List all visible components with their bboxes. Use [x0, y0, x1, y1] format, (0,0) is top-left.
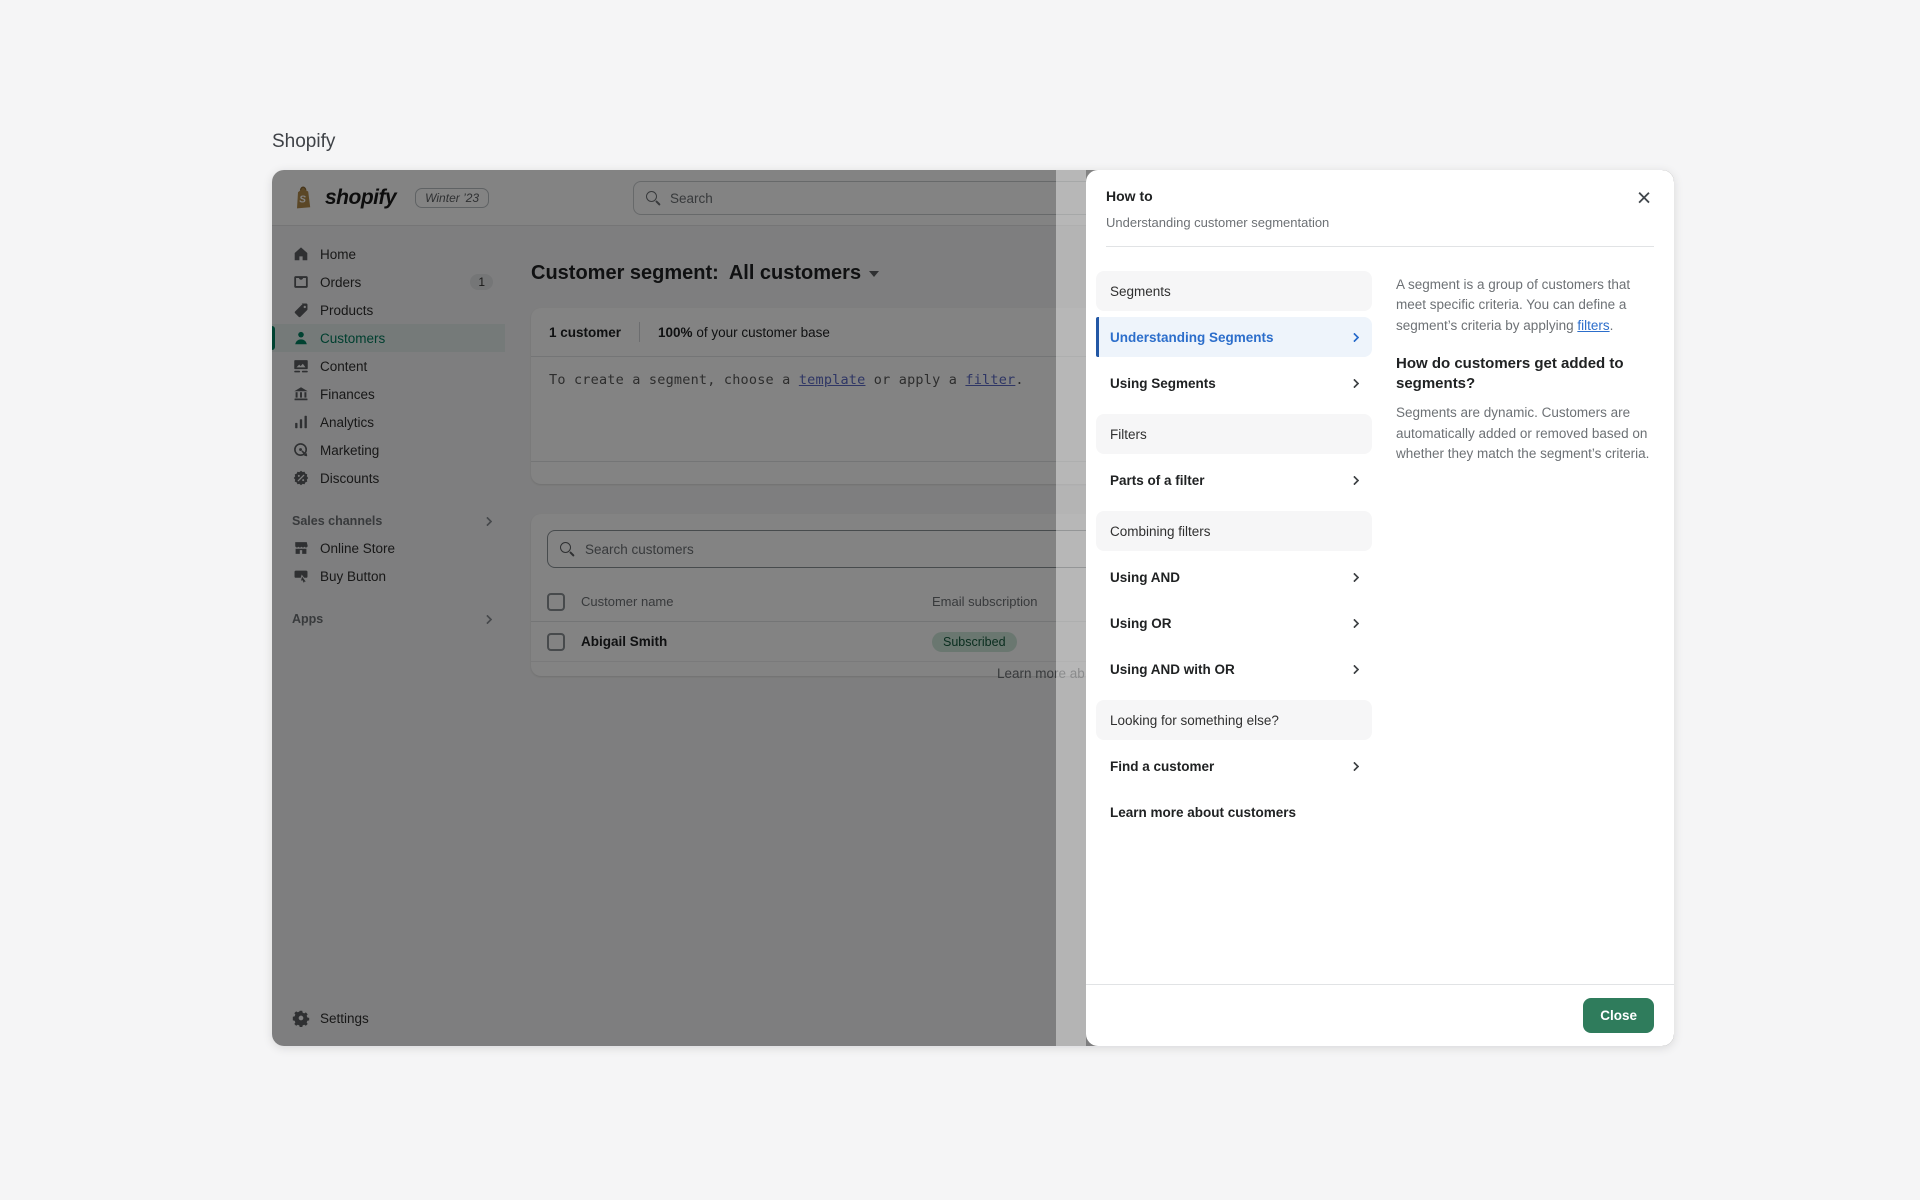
help-text: .	[1610, 318, 1614, 333]
help-nav-item-learn-more-about-customers[interactable]: Learn more about customers	[1096, 792, 1372, 832]
help-nav-item-using-and-with-or[interactable]: Using AND with OR	[1096, 649, 1372, 689]
page-title: Shopify	[272, 131, 335, 153]
help-section-heading: How do customers get added to segments?	[1396, 354, 1650, 395]
help-nav-label: Parts of a filter	[1110, 473, 1205, 488]
shopify-admin-window: S shopify Winter ’23 Home Orders 1	[272, 170, 1674, 1046]
help-nav-label: Find a customer	[1110, 759, 1214, 774]
desktop: { "page": { "title": "Shopify" }, "topba…	[0, 0, 1920, 1200]
close-button[interactable]: Close	[1583, 998, 1654, 1033]
help-nav-item-using-and[interactable]: Using AND	[1096, 557, 1372, 597]
help-nav-item-using-or[interactable]: Using OR	[1096, 603, 1372, 643]
help-nav-label: Segments	[1110, 284, 1171, 299]
help-nav-header-looking-for-something-else: Looking for something else?	[1096, 700, 1372, 740]
help-nav-item-understanding-segments[interactable]: Understanding Segments	[1096, 317, 1372, 357]
chevron-right-icon	[1350, 618, 1360, 628]
help-nav-item-find-a-customer[interactable]: Find a customer	[1096, 746, 1372, 786]
modal-subtitle: Understanding customer segmentation	[1106, 215, 1654, 230]
help-nav-label: Using OR	[1110, 616, 1172, 631]
help-nav-item-parts-of-a-filter[interactable]: Parts of a filter	[1096, 460, 1372, 500]
modal-footer: Close	[1086, 984, 1674, 1046]
how-to-modal: How to Understanding customer segmentati…	[1086, 170, 1674, 1046]
chevron-right-icon	[1350, 332, 1360, 342]
modal-title: How to	[1106, 188, 1654, 204]
chevron-right-icon	[1350, 475, 1360, 485]
help-paragraph-1: A segment is a group of customers that m…	[1396, 275, 1650, 336]
help-nav-label: Using Segments	[1110, 376, 1216, 391]
help-content: A segment is a group of customers that m…	[1396, 271, 1650, 984]
help-paragraph-2: Segments are dynamic. Customers are auto…	[1396, 403, 1650, 464]
help-nav-label: Understanding Segments	[1110, 330, 1274, 345]
help-nav-label: Filters	[1110, 427, 1147, 442]
divider	[1106, 246, 1654, 247]
help-nav-label: Using AND with OR	[1110, 662, 1235, 677]
help-nav-label: Learn more about customers	[1110, 805, 1296, 820]
chevron-right-icon	[1350, 761, 1360, 771]
filters-link[interactable]: filters	[1577, 318, 1609, 333]
modal-body: Segments Understanding Segments Using Se…	[1086, 256, 1674, 984]
chevron-right-icon	[1350, 664, 1360, 674]
help-nav-item-using-segments[interactable]: Using Segments	[1096, 363, 1372, 403]
help-nav-header-filters: Filters	[1096, 414, 1372, 454]
modal-header: How to Understanding customer segmentati…	[1086, 170, 1674, 247]
help-nav-label: Using AND	[1110, 570, 1180, 585]
chevron-right-icon	[1350, 572, 1360, 582]
chevron-right-icon	[1350, 378, 1360, 388]
help-nav-label: Combining filters	[1110, 524, 1211, 539]
help-nav-label: Looking for something else?	[1110, 713, 1279, 728]
help-nav: Segments Understanding Segments Using Se…	[1096, 271, 1372, 984]
close-icon[interactable]: ×	[1628, 182, 1660, 214]
help-nav-header-combining-filters: Combining filters	[1096, 511, 1372, 551]
help-nav-header-segments: Segments	[1096, 271, 1372, 311]
